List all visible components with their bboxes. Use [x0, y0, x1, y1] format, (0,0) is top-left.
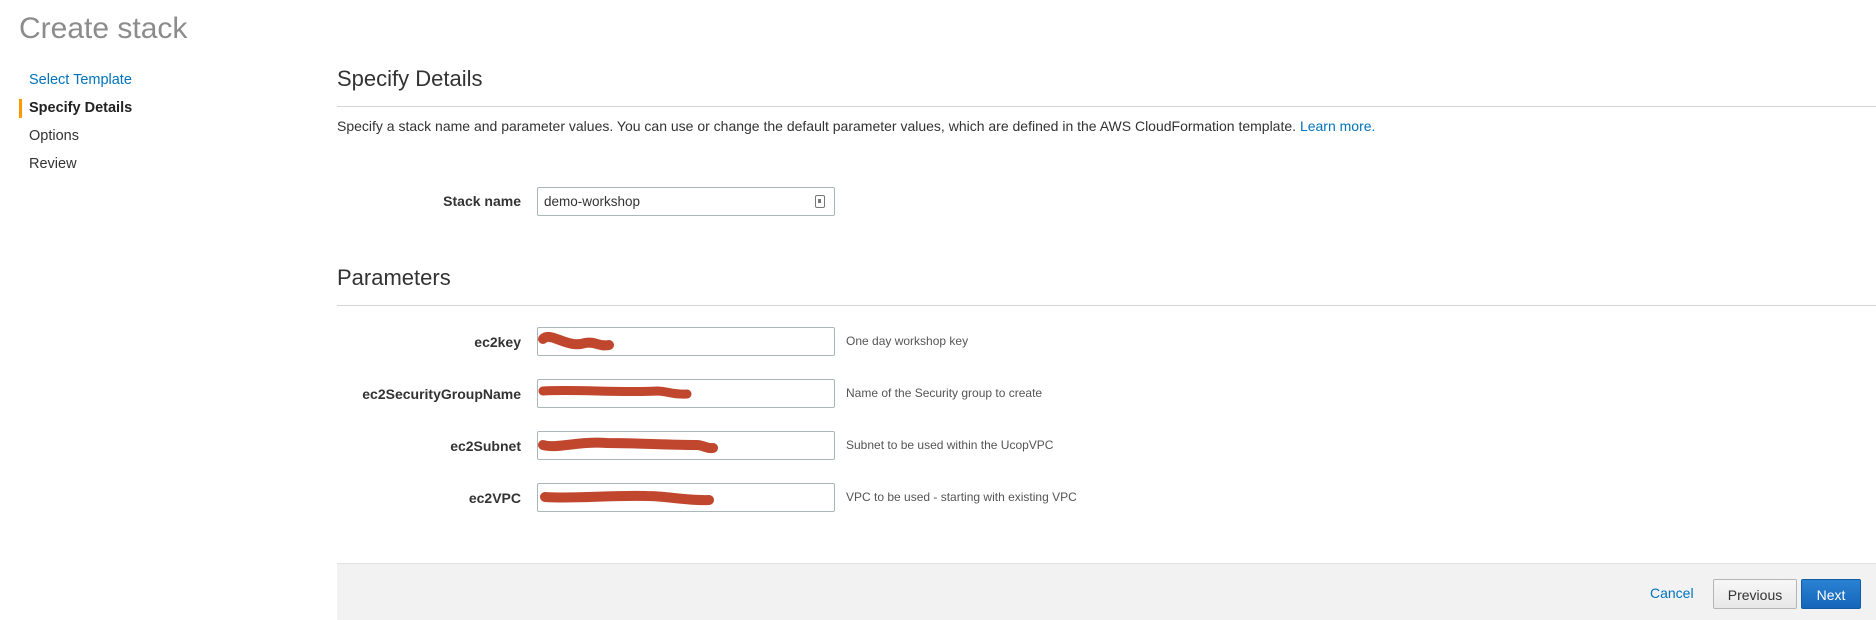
- step-specify-details: Specify Details: [19, 94, 239, 122]
- param-input-ec2vpc[interactable]: [537, 483, 835, 512]
- wizard-footer: Cancel Previous Next: [337, 563, 1876, 620]
- section-divider: [337, 106, 1876, 107]
- param-label-ec2subnet: ec2Subnet: [450, 438, 521, 454]
- stack-name-label: Stack name: [443, 193, 521, 209]
- param-label-ec2vpc: ec2VPC: [468, 490, 521, 506]
- section-divider: [337, 305, 1876, 306]
- active-step-indicator: [19, 99, 22, 118]
- description-text: Specify a stack name and parameter value…: [337, 118, 1297, 134]
- next-button[interactable]: Next: [1801, 579, 1861, 609]
- param-input-ec2securitygroupname[interactable]: [537, 379, 835, 408]
- param-input-ec2key[interactable]: [537, 327, 835, 356]
- param-hint-ec2vpc: VPC to be used - starting with existing …: [846, 490, 1077, 504]
- specify-details-heading: Specify Details: [337, 66, 483, 91]
- param-label-ec2securitygroupname: ec2SecurityGroupName: [362, 386, 521, 402]
- page-title: Create stack: [19, 12, 188, 45]
- param-hint-ec2subnet: Subnet to be used within the UcopVPC: [846, 438, 1054, 452]
- details-description: Specify a stack name and parameter value…: [337, 118, 1375, 134]
- param-hint-ec2key: One day workshop key: [846, 334, 969, 348]
- stack-name-input[interactable]: [537, 187, 835, 216]
- previous-button[interactable]: Previous: [1713, 579, 1797, 609]
- step-label: Review: [29, 156, 77, 172]
- main-content: Specify Details Specify a stack name and…: [337, 0, 1876, 620]
- step-label: Specify Details: [29, 100, 133, 116]
- wizard-steps: Select Template Specify Details Options …: [19, 66, 239, 178]
- param-label-ec2key: ec2key: [474, 334, 521, 350]
- contact-card-icon[interactable]: [815, 195, 825, 208]
- step-select-template[interactable]: Select Template: [19, 66, 239, 94]
- param-hint-ec2securitygroupname: Name of the Security group to create: [846, 386, 1043, 400]
- step-review: Review: [19, 150, 239, 178]
- step-options: Options: [19, 122, 239, 150]
- step-label: Select Template: [29, 72, 132, 88]
- param-input-ec2subnet[interactable]: [537, 431, 835, 460]
- create-stack-page: Create stack Select Template Specify Det…: [0, 0, 1876, 620]
- parameters-heading: Parameters: [337, 265, 451, 290]
- learn-more-link[interactable]: Learn more.: [1300, 118, 1375, 134]
- step-label: Options: [29, 128, 79, 144]
- cancel-link[interactable]: Cancel: [1650, 585, 1694, 601]
